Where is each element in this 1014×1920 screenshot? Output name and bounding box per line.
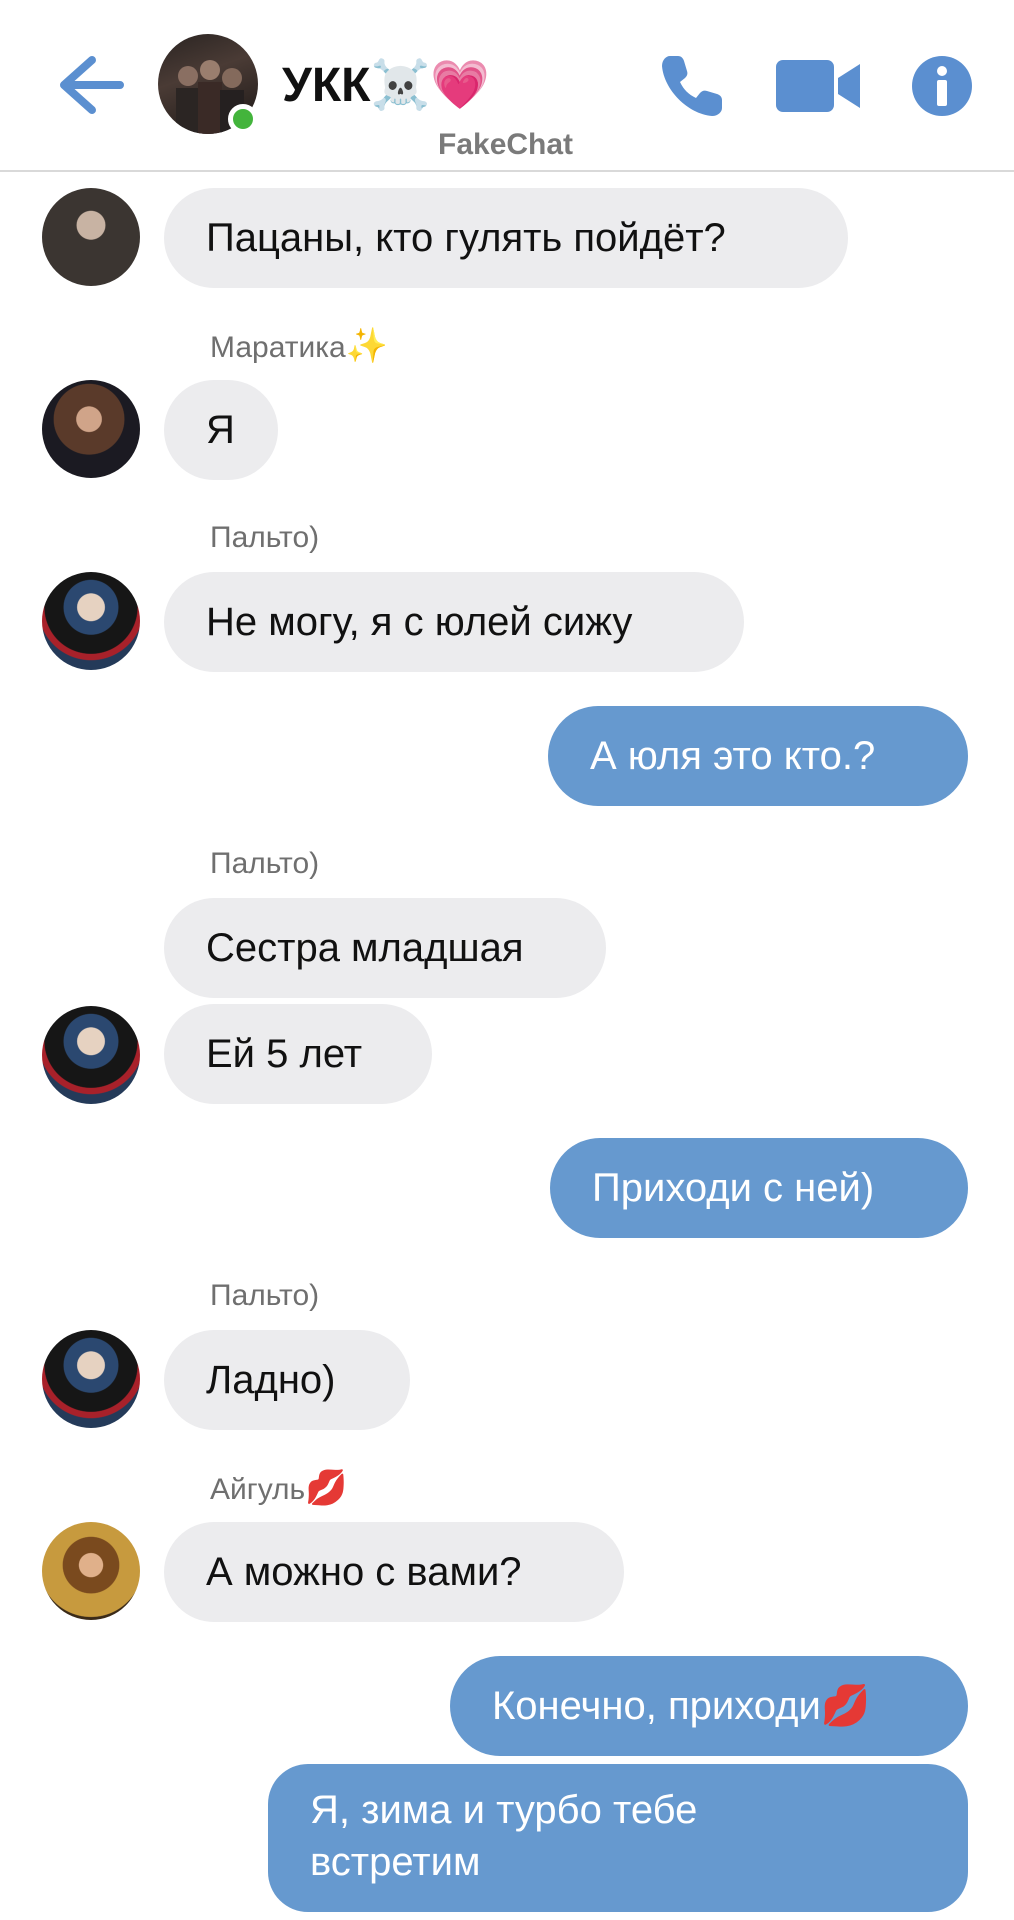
message-bubble-outgoing[interactable]: Приходи с ней) [550, 1138, 968, 1238]
message-text: Конечно, приходи [492, 1684, 821, 1728]
chat-screen: УКК☠️💗 FakeChat Пацаны, кто гулять пойдё… [0, 0, 1014, 1920]
sparkles-emoji-icon: ✨ [345, 327, 389, 365]
info-icon[interactable] [910, 54, 974, 118]
chat-title-text: УКК [282, 59, 371, 112]
watermark-subtitle: FakeChat [438, 128, 574, 161]
online-status-dot [228, 104, 258, 134]
message-bubble-incoming[interactable]: Сестра младшая [164, 898, 606, 998]
message-bubble-outgoing[interactable]: Я, зима и турбо тебе встретим [268, 1764, 968, 1912]
sender-name-text: Айгуль [210, 1473, 306, 1506]
chat-header: УКК☠️💗 FakeChat [0, 0, 1014, 172]
back-arrow-icon[interactable] [52, 50, 132, 120]
message-bubble-outgoing[interactable]: Конечно, приходи💋 [450, 1656, 968, 1756]
sender-name: Пальто) [210, 1279, 320, 1312]
message-text-line: встретим [310, 1840, 481, 1884]
avatar-palto[interactable] [42, 572, 140, 670]
chat-title-emoji: ☠️💗 [370, 59, 490, 112]
message-text-line: Я, зима и турбо тебе [310, 1788, 698, 1832]
message-bubble-incoming[interactable]: Пацаны, кто гулять пойдёт? [164, 188, 848, 288]
sender-name: Пальто) [210, 847, 320, 880]
avatar-palto[interactable] [42, 1330, 140, 1428]
avatar-aigul[interactable] [42, 1522, 140, 1620]
avatar-palto[interactable] [42, 1006, 140, 1104]
sender-name: Пальто) [210, 521, 320, 554]
kiss-mark-emoji-icon: 💋 [820, 1684, 871, 1728]
message-bubble-outgoing[interactable]: А юля это кто.? [548, 706, 968, 806]
group-avatar[interactable] [158, 34, 258, 134]
message-bubble-incoming[interactable]: Я [164, 380, 278, 480]
video-call-icon[interactable] [774, 50, 864, 122]
chat-title[interactable]: УКК☠️💗 [282, 58, 490, 114]
sender-name: Маратика✨ [210, 328, 388, 366]
kiss-mark-emoji-icon: 💋 [305, 1469, 348, 1507]
message-bubble-incoming[interactable]: А можно с вами? [164, 1522, 624, 1622]
message-bubble-incoming[interactable]: Ей 5 лет [164, 1004, 432, 1104]
avatar-maratika[interactable] [42, 380, 140, 478]
sender-name-text: Маратика [210, 331, 346, 364]
phone-call-icon[interactable] [656, 50, 728, 122]
message-bubble-incoming[interactable]: Не могу, я с юлей сижу [164, 572, 744, 672]
message-bubble-incoming[interactable]: Ладно) [164, 1330, 410, 1430]
avatar-sender[interactable] [42, 188, 140, 286]
sender-name: Айгуль💋 [210, 1470, 348, 1508]
